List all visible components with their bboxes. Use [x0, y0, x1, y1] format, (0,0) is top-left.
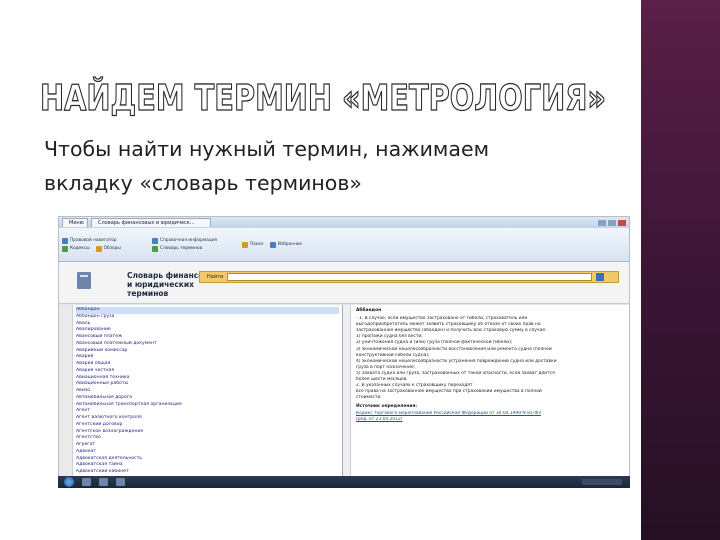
ribbon-dictionary-label: Словарь терминов: [160, 246, 203, 251]
decorative-side-bar: [641, 0, 720, 540]
ribbon-reference[interactable]: Справочная информация: [152, 237, 218, 244]
close-icon[interactable]: [618, 219, 626, 226]
ribbon-dictionary[interactable]: Словарь терминов: [152, 245, 203, 252]
term-list-item[interactable]: Агентское вознаграждение: [76, 429, 339, 436]
term-list-item[interactable]: Автомобильная дорога: [76, 395, 339, 402]
term-list-item[interactable]: Адвокатская деятельность: [76, 456, 339, 463]
term-list-item[interactable]: Авалирование: [76, 327, 339, 334]
search-icon: [242, 241, 248, 248]
term-list-item[interactable]: Авансовый платеж: [76, 334, 339, 341]
tab-dictionary-label: Словарь финансовых и юридическ...: [98, 220, 195, 226]
maximize-icon[interactable]: [608, 219, 616, 226]
taskbar-browser-icon[interactable]: [99, 478, 108, 486]
dictionary-content: Аббандон Аббандон груза Аваль Авалирование А…: [59, 305, 629, 487]
ribbon-navigator[interactable]: Правовой навигатор: [62, 237, 117, 244]
ribbon-favorites[interactable]: Избранное: [269, 241, 303, 248]
term-list-item[interactable]: Автомобильная транспортная организация: [76, 402, 339, 409]
ribbon-favorites-label: Избранное: [277, 242, 303, 247]
app-ribbon: Правовой навигатор Кодексы Обзоры Справо…: [59, 228, 629, 262]
term-list-item[interactable]: Агент: [76, 408, 339, 415]
term-list-item[interactable]: Авария частная: [76, 368, 339, 375]
slide-body: Чтобы найти нужный термин, нажимаем вкла…: [44, 132, 604, 200]
os-taskbar: [58, 476, 630, 488]
info-icon: [152, 237, 158, 244]
term-list-item[interactable]: Агентский договор: [76, 422, 339, 429]
ribbon-reviews[interactable]: Обзоры: [95, 245, 121, 252]
term-list-item[interactable]: Адвокатская тайна: [76, 462, 339, 469]
book-icon: [62, 245, 68, 252]
doc-icon: [95, 245, 102, 252]
term-list-item[interactable]: Адвокатский кабинет: [76, 469, 339, 476]
window-controls: [598, 219, 626, 226]
term-list-scrollbar[interactable]: [343, 305, 351, 487]
slide-body-line-2: вкладку «словарь терминов»: [44, 171, 362, 195]
definition-panel: Аббандон - 1. В случае, если имущество з…: [351, 305, 629, 487]
ribbon-codes-label: Кодексы: [70, 246, 90, 251]
definition-source-link[interactable]: (ред. от 23.04.2012): [356, 417, 626, 423]
app-screenshot: Меню Словарь финансовых и юридическ... П…: [58, 216, 630, 488]
system-tray: [582, 479, 622, 485]
term-list-item[interactable]: Аварийный комиссар: [76, 348, 339, 355]
search-bar: Найти: [199, 271, 619, 283]
term-list-item[interactable]: Аббандон груза: [76, 314, 339, 321]
ribbon-navigator-label: Правовой навигатор: [70, 238, 117, 243]
term-list-item[interactable]: Адвокат: [76, 449, 339, 456]
ribbon-search-label: Поиск: [250, 242, 264, 247]
start-button[interactable]: [64, 477, 74, 487]
term-list: Аббандон Аббандон груза Аваль Авалирование А…: [73, 305, 343, 487]
tab-menu-label: Меню: [69, 220, 84, 226]
ribbon-codes[interactable]: Кодексы: [62, 245, 90, 252]
term-list-item[interactable]: Авизо: [76, 388, 339, 395]
term-list-item[interactable]: Авиационная техника: [76, 375, 339, 382]
term-list-item[interactable]: Агент валютного контроля: [76, 415, 339, 422]
minimize-icon[interactable]: [598, 219, 606, 226]
term-list-item[interactable]: Аббандон: [76, 307, 339, 314]
ribbon-group-search: Поиск Избранное: [242, 241, 322, 248]
slide-title: НАЙДЕМ ТЕРМИН «МЕТРОЛОГИЯ»: [40, 70, 610, 118]
term-list-item[interactable]: Аваль: [76, 321, 339, 328]
taskbar-explorer-icon[interactable]: [82, 478, 91, 486]
compass-icon: [62, 237, 68, 244]
term-list-item[interactable]: Агрегат: [76, 442, 339, 449]
dictionary-book-icon: [77, 272, 91, 289]
ribbon-group-main: Правовой навигатор Кодексы Обзоры: [62, 237, 142, 252]
term-list-item[interactable]: Авария общая: [76, 361, 339, 368]
dictionary-icon: [152, 245, 158, 252]
dictionary-header: Словарь финансовых и юридических термино…: [59, 262, 629, 304]
alphabet-strip[interactable]: [59, 305, 73, 487]
ribbon-reviews-label: Обзоры: [103, 246, 121, 251]
ribbon-search[interactable]: Поиск: [242, 241, 264, 248]
slide-title-svg: НАЙДЕМ ТЕРМИН «МЕТРОЛОГИЯ»: [40, 76, 607, 118]
term-list-item[interactable]: Авария: [76, 354, 339, 361]
tab-menu[interactable]: Меню: [62, 218, 88, 227]
search-label: Найти: [207, 274, 224, 280]
definition-heading: Аббандон: [356, 308, 382, 313]
star-icon: [269, 241, 276, 248]
ribbon-group-info: Справочная информация Словарь терминов: [152, 237, 232, 252]
ribbon-reference-label: Справочная информация: [160, 238, 218, 243]
search-input[interactable]: [227, 273, 592, 281]
definition-line: стоимости.: [356, 395, 382, 401]
app-tab-bar: Меню Словарь финансовых и юридическ...: [59, 217, 629, 228]
search-go-icon[interactable]: [596, 273, 604, 281]
slide-title-text: НАЙДЕМ ТЕРМИН «МЕТРОЛОГИЯ»: [40, 77, 606, 118]
slide-body-line-1: Чтобы найти нужный термин, нажимаем: [44, 137, 490, 161]
definition-sources: Кодекс торгового мореплавания Российской…: [356, 411, 626, 423]
term-list-item[interactable]: Агентство: [76, 435, 339, 442]
taskbar-app-icon[interactable]: [116, 478, 125, 486]
term-list-item[interactable]: Авансовый платежный документ: [76, 341, 339, 348]
tab-dictionary[interactable]: Словарь финансовых и юридическ...: [91, 218, 211, 227]
definition-body: - 1. В случае, если имущество застрахова…: [356, 316, 626, 401]
term-list-item[interactable]: Авиационные работы: [76, 381, 339, 388]
